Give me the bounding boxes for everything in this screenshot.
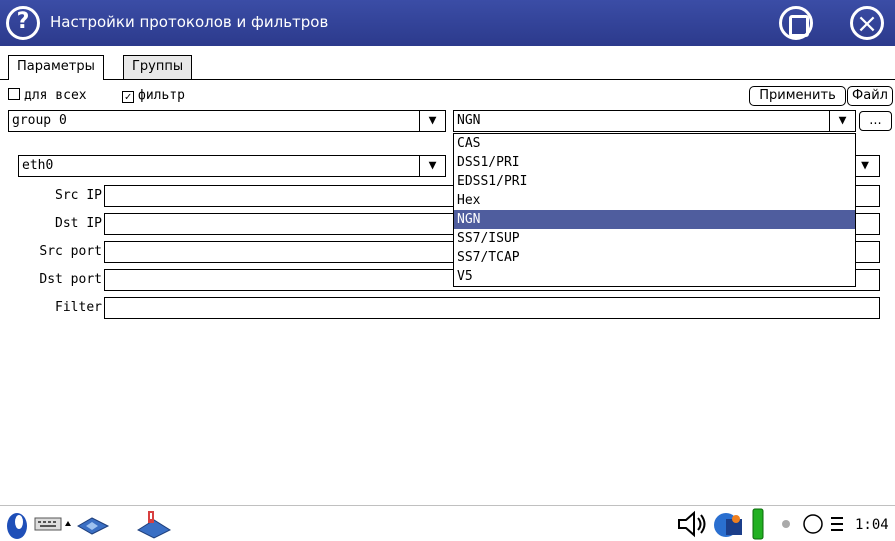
up-arrow-icon[interactable] — [64, 520, 72, 528]
keyboard-icon[interactable] — [34, 516, 62, 532]
speaker-icon[interactable] — [676, 510, 710, 538]
start-icon[interactable] — [4, 508, 30, 540]
app-icon[interactable] — [712, 509, 744, 539]
tab-groups[interactable]: Группы — [123, 55, 193, 79]
battery-icon — [752, 508, 764, 540]
group-select[interactable]: group 0 ▼ — [8, 110, 446, 132]
tab-divider — [0, 79, 895, 80]
filter-label-field: Filter — [55, 300, 102, 315]
list-item[interactable]: EDSS1/PRI — [454, 172, 855, 191]
circle-icon[interactable] — [802, 512, 824, 536]
dropdown-arrow-icon[interactable]: ▼ — [829, 111, 855, 131]
phone-icon[interactable] — [136, 508, 172, 540]
menu-icon[interactable] — [830, 515, 844, 533]
src-port-label: Src port — [39, 244, 102, 259]
dropdown-arrow-icon[interactable]: ▼ — [419, 111, 445, 131]
help-icon[interactable]: ? — [6, 6, 40, 40]
protocol-dropdown-list[interactable]: CAS DSS1/PRI EDSS1/PRI Hex NGN SS7/ISUP … — [453, 133, 856, 287]
list-item[interactable]: SS7/TCAP — [454, 248, 855, 267]
list-item[interactable]: SS7/ISUP — [454, 229, 855, 248]
dot-icon — [782, 520, 790, 528]
protocol-select[interactable]: NGN ▼ — [453, 110, 856, 132]
group-select-value: group 0 — [12, 113, 67, 128]
window-title: Настройки протоколов и фильтров — [50, 13, 329, 31]
checkbox-box-checked[interactable]: ✓ — [122, 91, 134, 103]
file-button[interactable]: Файл — [847, 86, 893, 106]
apply-button[interactable]: Применить — [749, 86, 846, 106]
protocol-select-value: NGN — [457, 113, 481, 128]
list-item[interactable]: Hex — [454, 191, 855, 210]
src-ip-label: Src IP — [55, 188, 102, 203]
dst-port-label: Dst port — [39, 272, 102, 287]
tab-parameters[interactable]: Параметры — [8, 55, 104, 80]
dropdown-arrow-icon[interactable]: ▼ — [419, 156, 445, 176]
close-icon[interactable]: × — [850, 6, 884, 40]
filter-label: фильтр — [138, 88, 185, 103]
clock: 1:04 — [855, 517, 889, 533]
filter-input[interactable] — [104, 297, 880, 319]
more-button[interactable]: ... — [859, 111, 892, 131]
list-item[interactable]: CAS — [454, 134, 855, 153]
for-all-label: для всех — [24, 88, 87, 103]
filter-checkbox[interactable]: ✓ фильтр — [122, 88, 185, 103]
checkbox-box[interactable] — [8, 88, 20, 100]
taskbar: 1:04 — [0, 505, 895, 541]
list-item-selected[interactable]: NGN — [454, 210, 855, 229]
list-item[interactable]: DSS1/PRI — [454, 153, 855, 172]
maximize-icon[interactable] — [779, 6, 813, 40]
title-bar: ? Настройки протоколов и фильтров × — [0, 0, 895, 46]
interface-select[interactable]: eth0 ▼ — [18, 155, 446, 177]
network-icon[interactable] — [76, 514, 110, 536]
interface-select-value: eth0 — [22, 158, 54, 173]
for-all-checkbox[interactable]: для всех — [8, 88, 87, 103]
dst-ip-label: Dst IP — [55, 216, 102, 231]
list-item[interactable]: V5 — [454, 267, 855, 286]
